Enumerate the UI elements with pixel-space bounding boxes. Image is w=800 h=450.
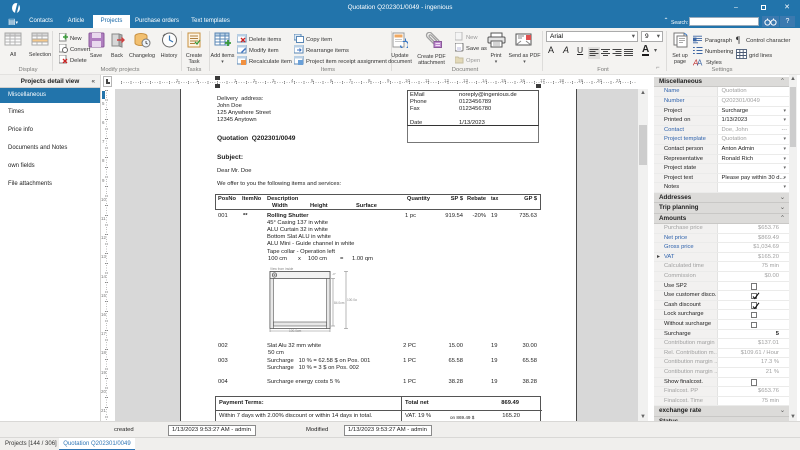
svg-text:-0°: -0° <box>332 272 337 276</box>
svg-text:84.0cm: 84.0cm <box>334 301 345 305</box>
svg-text:View from inside: View from inside <box>270 267 294 271</box>
svg-text:¶: ¶ <box>736 35 740 44</box>
svg-text:100.0cm: 100.0cm <box>347 298 357 302</box>
svg-text:A: A <box>697 59 703 67</box>
svg-text:100.0cm: 100.0cm <box>289 329 302 332</box>
